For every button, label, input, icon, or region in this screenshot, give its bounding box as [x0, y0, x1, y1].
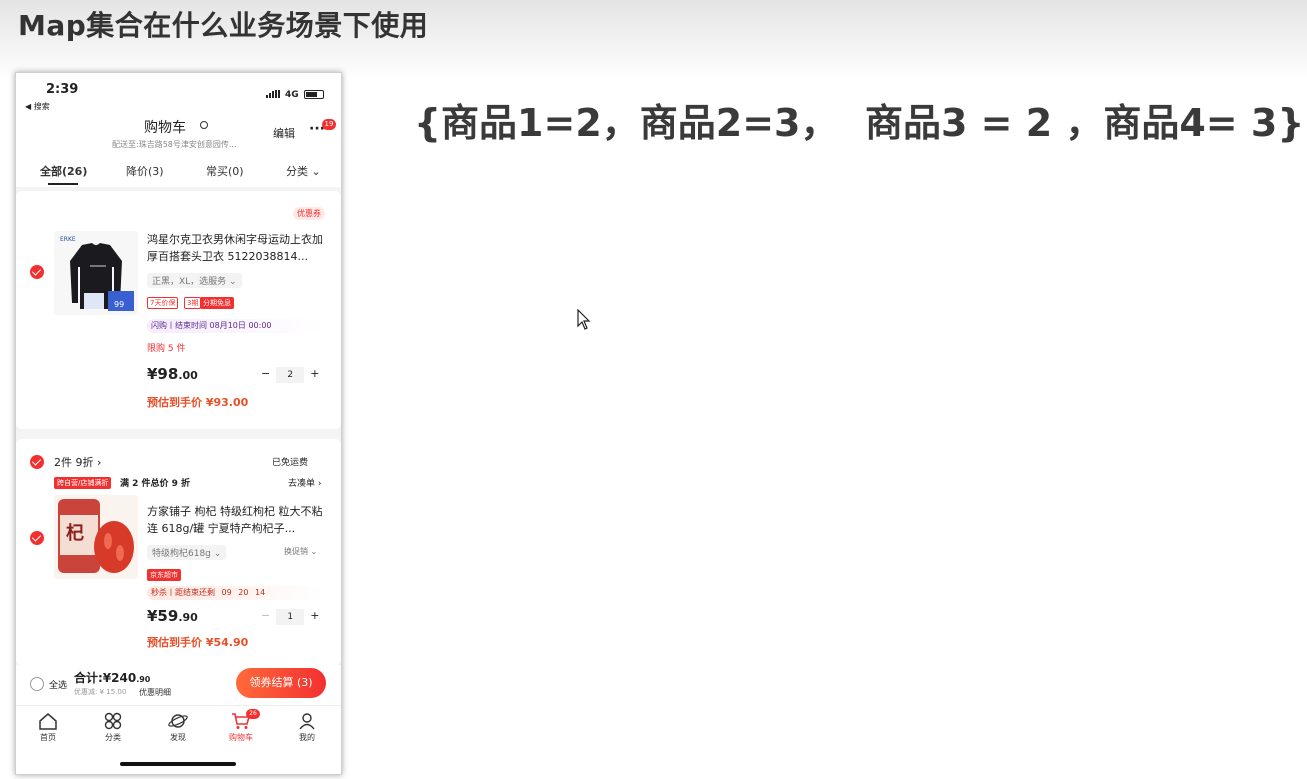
cart-total: 合计:¥240.90 — [74, 671, 151, 685]
jar-label: 杞 — [66, 522, 84, 544]
purchase-limit: 限购 5 件 — [147, 344, 186, 354]
checkout-bar: 全选 合计:¥240.90 优惠减: ¥ 15.00 优惠明细 领券结算 (3) — [16, 665, 341, 705]
signal-icon — [266, 90, 280, 98]
item-checkbox-checked[interactable] — [30, 531, 44, 545]
item-checkbox-checked[interactable] — [30, 265, 44, 279]
quantity-stepper[interactable]: −1 + — [261, 609, 319, 625]
jd-supermarket-tag: 京东超市 — [147, 569, 181, 581]
group-promo[interactable]: 2件 9折 › — [54, 454, 101, 470]
coupon-badge[interactable]: 优惠券 — [293, 207, 325, 220]
product-title[interactable]: 方家铺子 枸杞 特级红枸杞 粒大不粘连 618g/罐 宁夏特产枸杞子... — [147, 503, 327, 537]
cart-count-badge: 26 — [246, 709, 260, 719]
goji-jar-icon: 杞 — [54, 495, 138, 579]
category-icon — [104, 712, 122, 730]
product-title[interactable]: 鸿星尔克卫衣男休闲字母运动上衣加厚百搭套头卫衣 5122038814... — [147, 231, 327, 265]
spec-selector[interactable]: 正黑，XL，选服务 ⌄ — [147, 273, 242, 288]
installment-tag: 3期 — [184, 297, 202, 309]
message-badge: 19 — [322, 119, 336, 130]
cart-filter-tabs: 全部(26) 降价(3) 常买(0) 分类 ⌄ — [16, 161, 341, 185]
planet-icon — [168, 714, 188, 728]
interest-free-tag: 分期免息 — [200, 297, 234, 309]
home-icon — [39, 713, 57, 730]
seckill-bar: 秒杀丨距结束还剩 09 20 14 — [147, 586, 323, 600]
select-all-checkbox[interactable] — [30, 677, 44, 691]
discount-condition: 满 2 件总价 9 折 — [120, 479, 191, 489]
store-discount-tag: 跨自营/店铺满折 — [54, 477, 112, 489]
flash-sale-bar: 闪购丨结束时间 08月10日 00:00 — [147, 319, 323, 333]
switch-promo[interactable]: 换促销 ⌄ — [284, 546, 317, 557]
phone-screenshot: 2:39 ◀ 搜索 4G 购物车 配送至:珠吉路58号津安创意园传... 编辑 … — [15, 72, 342, 775]
tab-cart[interactable]: 购物车 26 — [216, 709, 266, 743]
quantity-stepper[interactable]: −2 + — [261, 367, 319, 383]
tab-discover[interactable]: 发现 — [153, 712, 203, 743]
status-bar: 2:39 ◀ 搜索 4G — [16, 73, 341, 117]
increase-button[interactable]: + — [310, 367, 319, 380]
network-type: 4G — [285, 90, 299, 100]
product-image-goji[interactable]: 杞 — [54, 495, 138, 579]
mouse-cursor-icon — [577, 309, 591, 330]
tab-category[interactable]: 分类 ⌄ — [286, 163, 321, 179]
tab-home[interactable]: 首页 — [23, 712, 73, 743]
estimated-price: 预估到手价 ¥93.00 — [147, 396, 249, 409]
back-to-search-link[interactable]: ◀ 搜索 — [25, 101, 50, 112]
select-all-label[interactable]: 全选 — [49, 678, 67, 691]
slide-title: Map集合在什么业务场景下使用 — [18, 9, 429, 42]
active-tab-indicator — [48, 183, 78, 185]
decrease-button[interactable]: − — [261, 367, 270, 380]
tab-price-drop[interactable]: 降价(3) — [126, 163, 164, 179]
decrease-button[interactable]: − — [261, 609, 270, 622]
tab-all[interactable]: 全部(26) — [40, 163, 87, 179]
checkout-button[interactable]: 领券结算 (3) — [236, 668, 326, 698]
tab-category-nav[interactable]: 分类 — [88, 712, 138, 743]
tab-frequent[interactable]: 常买(0) — [206, 163, 244, 179]
location-icon — [200, 121, 208, 129]
item-price: ¥59.90 — [147, 607, 198, 625]
price-protect-tag: 7天价保 — [147, 297, 179, 309]
free-shipping: 已免运费 — [272, 458, 309, 468]
status-time: 2:39 — [46, 82, 79, 97]
thumb-price: 99 — [114, 300, 124, 309]
sweatshirt-icon: ERKE 99 — [54, 231, 138, 315]
cart-group-card: 2件 9折 › 已免运费 跨自营/店铺满折 满 2 件总价 9 折 去凑单 › … — [16, 439, 341, 665]
group-checkbox-checked[interactable] — [30, 455, 44, 469]
estimated-price: 预估到手价 ¥54.90 — [147, 636, 249, 649]
product-image-sweatshirt[interactable]: ERKE 99 — [54, 231, 138, 315]
add-more-link[interactable]: 去凑单 › — [288, 476, 321, 489]
tab-profile[interactable]: 我的 — [282, 712, 332, 743]
increase-button[interactable]: + — [310, 609, 319, 622]
discount-amount: 优惠减: ¥ 15.00 — [74, 688, 127, 696]
quantity-value[interactable]: 2 — [276, 367, 305, 383]
user-icon — [299, 713, 315, 730]
spec-selector[interactable]: 特级枸杞618g ⌄ — [147, 545, 227, 560]
cart-navbar: 购物车 配送至:珠吉路58号津安创意园传... 编辑 ··· 19 全部(26)… — [16, 117, 341, 187]
edit-button[interactable]: 编辑 — [273, 125, 295, 141]
quantity-value[interactable]: 1 — [276, 609, 305, 625]
home-indicator — [120, 762, 236, 766]
battery-icon — [304, 90, 324, 99]
svg-text:ERKE: ERKE — [60, 236, 76, 243]
discount-detail-link[interactable]: 优惠明细 — [139, 687, 171, 698]
delivery-address[interactable]: 配送至:珠吉路58号津安创意园传... — [112, 139, 237, 150]
cart-title: 购物车 — [144, 120, 186, 136]
map-formula: {商品1=2，商品2=3， 商品3 = 2 ，商品4= 3} — [414, 101, 1305, 145]
item-price: ¥98.00 — [147, 365, 198, 383]
cart-item-card: 优惠券 ERKE 99 鸿星尔克卫衣男休闲字母运动上衣加厚百搭套头卫衣 5122… — [16, 191, 341, 429]
